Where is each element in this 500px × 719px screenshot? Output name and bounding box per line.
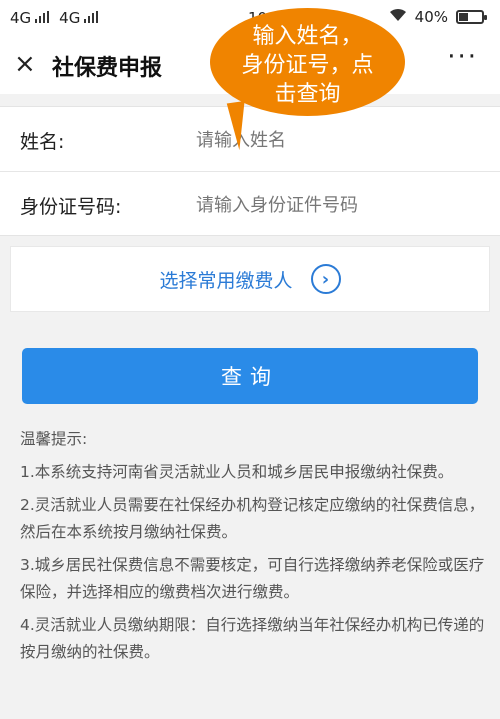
id-row: 身份证号码: — [0, 171, 500, 236]
signal-bars-icon — [35, 11, 50, 23]
tips-heading: 温馨提示: — [20, 430, 88, 448]
applicant-form: 姓名: 身份证号码: — [0, 106, 500, 236]
id-number-input[interactable] — [194, 186, 488, 224]
chevron-right-circle-icon: › — [310, 264, 341, 294]
tip-item: 1.本系统支持河南省灵活就业人员和城乡居民申报缴纳社保费。 — [20, 463, 454, 481]
tip-item: 4.灵活就业人员缴纳期限：自行选择缴纳当年社保经办机构已传递的按月缴纳的社保费。 — [20, 616, 485, 661]
annotation-bubble: 输入姓名， 身份证号，点 击查询 — [210, 8, 405, 116]
carrier-1: 4G — [10, 9, 50, 27]
carrier-2: 4G — [59, 9, 99, 27]
signal-area: 4G 4G — [10, 9, 99, 27]
tip-item: 2.灵活就业人员需要在社保经办机构登记核定应缴纳的社保费信息，然后在本系统按月缴… — [20, 496, 485, 541]
id-number-label: 身份证号码: — [20, 196, 122, 218]
battery-percent: 40% — [414, 8, 448, 26]
tip-item: 3.城乡居民社保费信息不需要核定，可自行选择缴纳养老保险或医疗保险，并选择相应的… — [20, 556, 485, 601]
page-title: 社保费申报 — [52, 56, 163, 81]
battery-icon — [456, 10, 487, 24]
select-frequent-payer-button[interactable]: 选择常用缴费人 › — [10, 246, 490, 312]
query-button[interactable]: 查询 — [22, 348, 478, 404]
select-frequent-payer-label: 选择常用缴费人 — [159, 269, 293, 292]
annotation-line: 身份证号，点 — [241, 53, 374, 78]
more-menu-icon[interactable]: ··· — [447, 42, 478, 72]
annotation-line: 输入姓名， — [252, 24, 363, 49]
annotation-line: 击查询 — [274, 82, 341, 107]
battery-fill — [459, 13, 468, 21]
tips-section: 温馨提示: 1.本系统支持河南省灵活就业人员和城乡居民申报缴纳社保费。 2.灵活… — [20, 426, 486, 672]
signal-bars-icon — [84, 11, 99, 23]
name-label: 姓名: — [20, 131, 65, 153]
close-icon[interactable]: × — [14, 49, 36, 79]
